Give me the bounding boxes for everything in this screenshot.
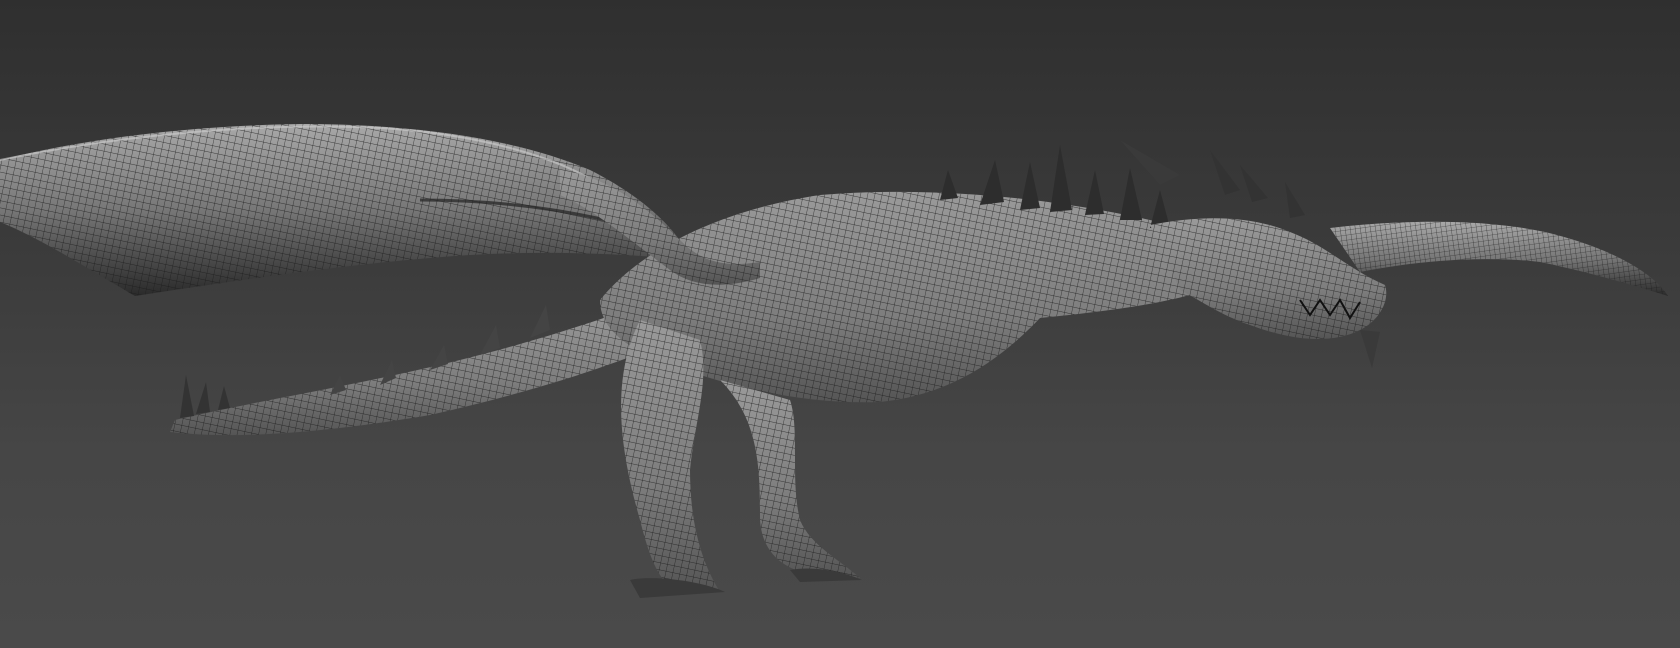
hind-leg bbox=[720, 380, 862, 582]
dragon-mesh-model[interactable] bbox=[0, 0, 1680, 648]
tail bbox=[170, 305, 660, 436]
3d-viewport[interactable] bbox=[0, 0, 1680, 648]
left-wing bbox=[0, 124, 690, 296]
